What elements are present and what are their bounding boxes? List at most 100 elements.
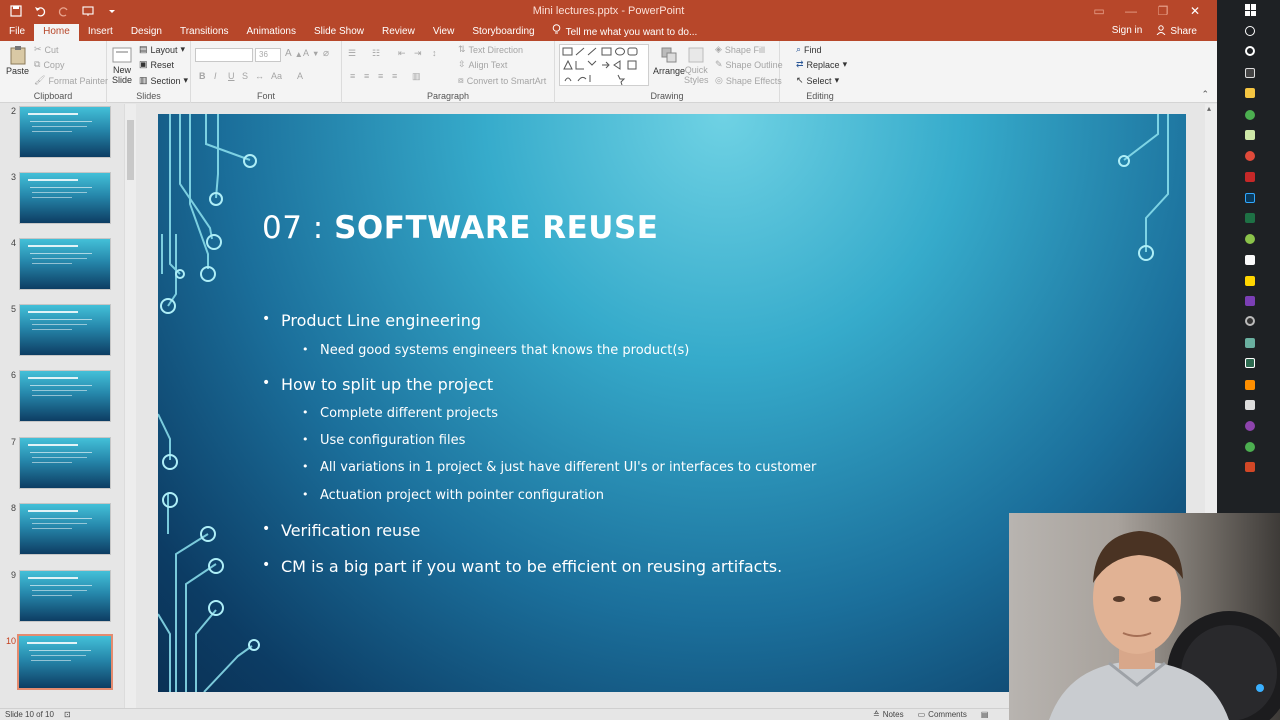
- powerpoint-icon[interactable]: [1245, 462, 1255, 472]
- decrease-indent-icon[interactable]: ⇤: [398, 48, 406, 59]
- justify-icon[interactable]: ≡: [392, 71, 397, 81]
- layout-button[interactable]: ▤ Layout ▾: [139, 44, 185, 55]
- tab-file[interactable]: File: [0, 24, 34, 41]
- slide-thumbnail[interactable]: 8: [0, 503, 124, 563]
- photoshop-icon[interactable]: [1245, 193, 1255, 203]
- tab-insert[interactable]: Insert: [79, 24, 122, 41]
- align-center-icon[interactable]: ≡: [364, 71, 369, 81]
- bold-icon[interactable]: B: [199, 71, 206, 81]
- tab-slide-show[interactable]: Slide Show: [305, 24, 373, 41]
- line-spacing-icon[interactable]: ↕: [432, 48, 437, 58]
- align-text-button[interactable]: ⇳ Align Text: [458, 59, 507, 70]
- scroll-up-icon[interactable]: ▴: [1207, 104, 1211, 113]
- filezilla-icon[interactable]: [1245, 172, 1255, 182]
- tab-view[interactable]: View: [424, 24, 464, 41]
- shape-effects-button[interactable]: ◎ Shape Effects: [715, 75, 782, 86]
- windows-start-icon[interactable]: [1245, 4, 1257, 16]
- onenote-icon[interactable]: [1245, 296, 1255, 306]
- change-case-icon[interactable]: Aa: [271, 71, 282, 81]
- grow-font-icon[interactable]: A ▲: [285, 48, 303, 59]
- sub-bullet-item[interactable]: • Need good systems engineers that knows …: [302, 343, 689, 358]
- slide-thumbnail[interactable]: 4: [0, 238, 124, 298]
- app-icon-6[interactable]: [1245, 421, 1255, 431]
- sticky-notes-icon[interactable]: [1245, 276, 1255, 286]
- sub-bullet-item[interactable]: • All variations in 1 project & just have…: [302, 460, 816, 475]
- reset-button[interactable]: ▣ Reset: [139, 59, 174, 70]
- arrange-button[interactable]: Arrange: [653, 45, 685, 76]
- bullet-item[interactable]: • How to split up the project: [262, 375, 493, 394]
- tab-design[interactable]: Design: [122, 24, 171, 41]
- restore-icon[interactable]: ❐: [1147, 2, 1179, 20]
- copy-button[interactable]: ⧉ Copy: [34, 59, 64, 70]
- underline-icon[interactable]: U: [228, 71, 235, 81]
- collapse-ribbon-icon[interactable]: ⌃: [1201, 89, 1209, 100]
- sub-bullet-item[interactable]: • Actuation project with pointer configur…: [302, 488, 604, 503]
- sub-bullet-item[interactable]: • Complete different projects: [302, 406, 498, 421]
- bullet-item[interactable]: • Verification reuse: [262, 521, 420, 540]
- quick-styles-button[interactable]: Quick Styles: [684, 45, 709, 85]
- slide-thumbnail[interactable]: 6: [0, 370, 124, 430]
- cortana-icon[interactable]: [1245, 46, 1255, 56]
- sub-bullet-item[interactable]: • Use configuration files: [302, 433, 465, 448]
- font-color-icon[interactable]: A: [297, 71, 303, 81]
- excel-icon[interactable]: [1245, 213, 1255, 223]
- app-icon-1[interactable]: [1245, 68, 1255, 78]
- calculator-icon[interactable]: [1245, 255, 1255, 265]
- chrome-icon-2[interactable]: [1245, 442, 1255, 452]
- italic-icon[interactable]: I: [214, 71, 217, 81]
- new-slide-button[interactable]: New Slide: [111, 45, 133, 85]
- chrome-icon[interactable]: [1245, 110, 1255, 120]
- cut-button[interactable]: ✂ Cut: [34, 44, 59, 55]
- section-button[interactable]: ▥ Section ▾: [139, 75, 188, 86]
- replace-button[interactable]: ⇄ Replace ▾: [796, 59, 847, 70]
- align-left-icon[interactable]: ≡: [350, 71, 355, 81]
- clear-format-icon[interactable]: ⌀: [323, 48, 329, 59]
- close-icon[interactable]: ✕: [1179, 2, 1211, 20]
- notepad-icon[interactable]: [1245, 130, 1255, 140]
- app-icon-3[interactable]: [1245, 316, 1255, 326]
- slide-thumbnail[interactable]: 9: [0, 570, 124, 630]
- tab-home[interactable]: Home: [34, 24, 79, 41]
- strikethrough-icon[interactable]: S: [242, 71, 248, 81]
- slide-title[interactable]: 07 : SOFTWARE REUSE: [262, 210, 658, 246]
- select-button[interactable]: ↖ Select ▾: [796, 75, 839, 86]
- tab-animations[interactable]: Animations: [238, 24, 305, 41]
- app-icon-4[interactable]: [1245, 338, 1255, 348]
- shape-outline-button[interactable]: ✎ Shape Outline: [715, 59, 783, 70]
- vlc-icon[interactable]: [1245, 380, 1255, 390]
- slide-thumbnail[interactable]: 7: [0, 437, 124, 497]
- search-icon[interactable]: [1245, 26, 1255, 36]
- comments-button[interactable]: ▭ Comments: [918, 710, 967, 719]
- scrollbar-thumb[interactable]: [127, 120, 134, 180]
- bullet-item[interactable]: • Product Line engineering: [262, 311, 481, 330]
- share-button[interactable]: Share: [1156, 25, 1197, 38]
- shapes-gallery[interactable]: [559, 44, 649, 86]
- text-direction-button[interactable]: ⇅ Text Direction: [458, 44, 523, 55]
- app-icon-2[interactable]: [1245, 151, 1255, 161]
- slide-thumbnail[interactable]: 5: [0, 304, 124, 364]
- tab-review[interactable]: Review: [373, 24, 424, 41]
- spacing-icon[interactable]: ↔: [255, 71, 264, 81]
- increase-indent-icon[interactable]: ⇥: [414, 48, 422, 59]
- tell-me-box[interactable]: Tell me what you want to do...: [544, 24, 706, 41]
- pycharm-icon[interactable]: [1245, 358, 1255, 368]
- format-painter-button[interactable]: 🖌 Format Painter: [34, 75, 108, 86]
- paste-button[interactable]: Paste: [6, 45, 29, 76]
- ribbon-display-icon[interactable]: ▭: [1083, 2, 1115, 20]
- notes-button[interactable]: ≙ Notes: [873, 710, 904, 719]
- slide-thumbnail[interactable]: 10: [0, 634, 124, 696]
- align-right-icon[interactable]: ≡: [378, 71, 383, 81]
- tab-storyboarding[interactable]: Storyboarding: [463, 24, 543, 41]
- file-explorer-icon[interactable]: [1245, 88, 1255, 98]
- convert-smartart-button[interactable]: ⧇ Convert to SmartArt: [458, 75, 546, 86]
- thumbnail-scrollbar[interactable]: [124, 104, 136, 708]
- spelling-icon[interactable]: ⊡: [64, 710, 71, 719]
- bullet-item[interactable]: • CM is a big part if you want to be effi…: [262, 557, 782, 576]
- numbering-icon[interactable]: ☷: [372, 48, 380, 59]
- font-size-combo[interactable]: 36: [255, 48, 281, 62]
- app-icon-5[interactable]: [1245, 400, 1255, 410]
- slide-thumbnail[interactable]: 3: [0, 172, 124, 232]
- tab-transitions[interactable]: Transitions: [171, 24, 238, 41]
- sign-in-link[interactable]: Sign in: [1112, 25, 1143, 38]
- minimize-icon[interactable]: —: [1115, 2, 1147, 20]
